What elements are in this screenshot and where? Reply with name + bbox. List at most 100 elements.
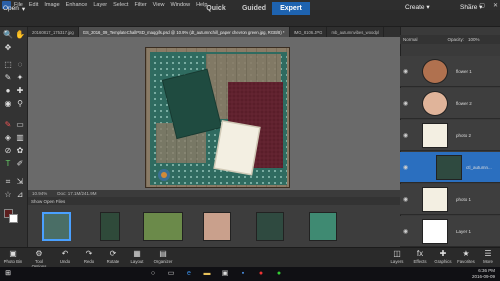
- bin-thumbnail[interactable]: [143, 212, 183, 241]
- photo-bin-header: Show Open Files: [28, 197, 400, 205]
- redo-button[interactable]: ↷ Redo: [78, 249, 100, 264]
- tab-document-3[interactable]: IMG_8106.JPG: [290, 27, 328, 37]
- close-icon[interactable]: ✕: [493, 2, 498, 9]
- tab-quick[interactable]: Quick: [198, 2, 234, 15]
- layer-thumbnail: [422, 59, 448, 84]
- redo-icon: ↷: [85, 249, 93, 258]
- bin-thumbnail[interactable]: [256, 212, 284, 241]
- eye-icon[interactable]: ◉: [403, 68, 408, 75]
- tab-expert[interactable]: Expert: [272, 2, 310, 15]
- layout-button[interactable]: ▦ Layout: [126, 249, 148, 264]
- menu-window[interactable]: Window: [171, 2, 191, 8]
- menu-view[interactable]: View: [153, 2, 165, 8]
- type-icon[interactable]: T: [3, 159, 13, 169]
- tool-options-button[interactable]: ⚙Tool Options: [28, 249, 50, 269]
- app-icon[interactable]: ●: [256, 269, 266, 279]
- tab-document-4[interactable]: mb_autumnvibes_woodpl: [327, 27, 384, 37]
- cookie-cutter-icon[interactable]: ☆: [3, 190, 13, 200]
- bin-thumbnail[interactable]: [100, 212, 120, 241]
- show-open-files-dropdown[interactable]: Show Open Files: [31, 199, 65, 204]
- color-picker-icon[interactable]: ⊘: [3, 146, 13, 156]
- menu-filter[interactable]: Filter: [134, 2, 146, 8]
- graphics-button[interactable]: ✚ Graphics: [432, 249, 454, 264]
- hand-icon[interactable]: ✋: [15, 30, 25, 40]
- custom-shape-icon[interactable]: ✿: [15, 146, 25, 156]
- bin-thumbnail[interactable]: [42, 212, 71, 241]
- undo-button[interactable]: ↶ Undo: [54, 249, 76, 264]
- gradient-icon[interactable]: ▥: [15, 133, 25, 143]
- effects-button[interactable]: fx Effects: [409, 249, 431, 264]
- magic-wand-icon[interactable]: ✦: [15, 73, 25, 83]
- layer-row[interactable]: ◉ photo 1: [400, 184, 500, 215]
- eye-icon[interactable]: ◉: [403, 100, 408, 107]
- background-color-swatch[interactable]: [9, 214, 18, 223]
- bin-thumbnail[interactable]: [203, 212, 231, 241]
- layer-row-selected[interactable]: ◉ ctl_autumn...: [400, 152, 500, 183]
- more-button[interactable]: ☰ More: [477, 249, 499, 264]
- eye-icon[interactable]: ◉: [403, 228, 408, 235]
- opacity-value[interactable]: 100%: [468, 37, 480, 42]
- bin-thumbnail[interactable]: [309, 212, 337, 241]
- windows-start-icon[interactable]: ⊞: [3, 269, 13, 279]
- document-canvas[interactable]: [145, 47, 290, 188]
- clone-stamp-icon[interactable]: ⚲: [15, 99, 25, 109]
- straighten-icon[interactable]: ⊿: [15, 190, 25, 200]
- red-eye-icon[interactable]: ●: [3, 86, 13, 96]
- paint-bucket-icon[interactable]: ◈: [3, 133, 13, 143]
- layer-row[interactable]: ◉ photo 2: [400, 120, 500, 151]
- favorites-button[interactable]: ★ Favorites: [455, 249, 477, 264]
- layer-name: flower 1: [456, 69, 472, 74]
- brush-icon[interactable]: ✎: [3, 120, 13, 130]
- open-button[interactable]: Open ▾: [3, 3, 33, 14]
- blend-mode-select[interactable]: Normal: [403, 37, 418, 42]
- document-tabs: 20160817_175317.jpg GS_2016_09_TemplateC…: [28, 27, 400, 37]
- crop-icon[interactable]: ⌗: [3, 177, 13, 187]
- doc-size: Doc: 17.1M/241.9M: [57, 191, 97, 196]
- share-button[interactable]: Share ▾: [460, 3, 482, 11]
- zoom-level[interactable]: 10.94%: [32, 191, 47, 196]
- spot-healing-icon[interactable]: ✚: [15, 86, 25, 96]
- tab-guided[interactable]: Guided: [236, 2, 272, 15]
- tab-document-1[interactable]: 20160817_175317.jpg: [28, 27, 79, 37]
- layers-button[interactable]: ◫ Layers: [386, 249, 408, 264]
- photoshop-elements-icon[interactable]: ▪: [238, 269, 248, 279]
- layer-row[interactable]: ◉ flower 1: [400, 56, 500, 87]
- tab-document-2[interactable]: GS_2016_09_TemplateChallPSD_maqgifs.psd …: [78, 27, 290, 37]
- layer-thumbnail: [436, 155, 462, 180]
- lasso-icon[interactable]: ◌: [15, 60, 25, 70]
- layer-thumbnail: [422, 187, 448, 212]
- menu-select[interactable]: Select: [113, 2, 128, 8]
- pencil-icon[interactable]: ✐: [15, 159, 25, 169]
- store-icon[interactable]: ▣: [220, 269, 230, 279]
- edge-browser-icon[interactable]: e: [184, 269, 194, 279]
- marquee-icon[interactable]: ⬚: [3, 60, 13, 70]
- layer-row[interactable]: ◉ flower 2: [400, 88, 500, 119]
- app-icon[interactable]: ●: [274, 269, 284, 279]
- rotate-button[interactable]: ⟳ Rotate: [102, 249, 124, 264]
- organizer-button[interactable]: ▤ Organizer: [152, 249, 174, 264]
- status-bar: 10.94% Doc: 17.1M/241.9M: [28, 190, 400, 197]
- search-icon[interactable]: ○: [148, 269, 158, 279]
- recompose-icon[interactable]: ⇲: [15, 177, 25, 187]
- task-view-icon[interactable]: ▭: [166, 269, 176, 279]
- menu-enhance[interactable]: Enhance: [66, 2, 88, 8]
- move-icon[interactable]: ✥: [3, 43, 13, 53]
- create-button[interactable]: Create ▾: [405, 3, 430, 11]
- chevron-down-icon: ▾: [21, 5, 26, 13]
- photo-bin-button[interactable]: ▣ Photo Bin: [2, 249, 24, 264]
- opacity-label: Opacity:: [447, 37, 465, 42]
- file-explorer-icon[interactable]: ▬: [202, 269, 212, 279]
- tool-options-icon: ⚙: [35, 249, 43, 258]
- smart-brush-icon[interactable]: ◉: [3, 99, 13, 109]
- rotate-label: Rotate: [106, 259, 120, 264]
- eraser-icon[interactable]: ▭: [15, 120, 25, 130]
- menu-layer[interactable]: Layer: [93, 2, 107, 8]
- layer-row[interactable]: ◉ Layer 1: [400, 216, 500, 247]
- zoom-icon[interactable]: 🔍: [3, 30, 13, 40]
- eye-icon[interactable]: ◉: [403, 132, 408, 139]
- quick-selection-icon[interactable]: ✎: [3, 73, 13, 83]
- system-clock[interactable]: 6:36 PM 2016-09-09: [472, 268, 495, 280]
- eye-icon[interactable]: ◉: [403, 196, 408, 203]
- menu-image[interactable]: Image: [44, 2, 59, 8]
- eye-icon[interactable]: ◉: [403, 164, 408, 171]
